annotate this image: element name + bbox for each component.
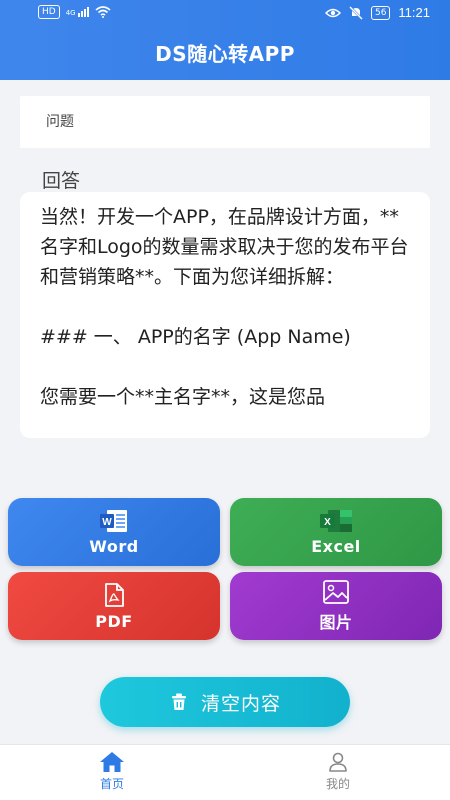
signal-icon: 4G [66,7,89,17]
image-icon [323,580,349,604]
svg-text:X: X [324,517,331,528]
home-icon [100,752,124,772]
image-button[interactable]: 图片 [230,572,442,640]
clear-content-button[interactable]: 清空内容 [100,677,350,727]
pdf-button-label: PDF [95,611,133,631]
answer-text: 当然！开发一个APP，在品牌设计方面，**名字和Logo的数量需求取决于您的发布… [40,206,409,408]
hd-badge: HD [38,5,60,19]
excel-button-label: Excel [311,536,361,556]
question-input[interactable] [20,96,430,148]
battery-indicator: 56 [370,5,391,20]
excel-button[interactable]: X Excel [230,498,442,566]
answer-label: 回答 [42,170,81,192]
bottom-nav: 首页 我的 [0,744,450,800]
excel-file-icon: X [320,509,352,532]
page-title: DS随心转APP [155,42,295,66]
app-header: HD 4G 56 11:21 DS随心转APP [0,0,450,80]
mute-bell-icon [349,5,363,20]
wifi-icon [95,6,111,18]
image-button-label: 图片 [319,613,353,632]
pdf-file-icon [105,582,124,607]
status-time: 11:21 [398,5,430,20]
word-button[interactable]: W Word [8,498,220,566]
nav-home-label: 首页 [99,777,124,791]
trash-icon [171,693,186,710]
pdf-button[interactable]: PDF [8,572,220,640]
eye-icon [324,8,341,17]
clear-content-label: 清空内容 [200,692,281,715]
word-file-icon: W [100,509,127,532]
user-icon [329,752,347,772]
nav-home[interactable]: 首页 [72,751,152,792]
status-bar: HD 4G 56 11:21 [0,0,450,26]
word-button-label: Word [89,536,139,556]
nav-mine[interactable]: 我的 [298,751,378,792]
answer-box[interactable]: 当然！开发一个APP，在品牌设计方面，**名字和Logo的数量需求取决于您的发布… [20,192,430,438]
svg-text:W: W [102,517,112,528]
nav-mine-label: 我的 [325,777,350,791]
